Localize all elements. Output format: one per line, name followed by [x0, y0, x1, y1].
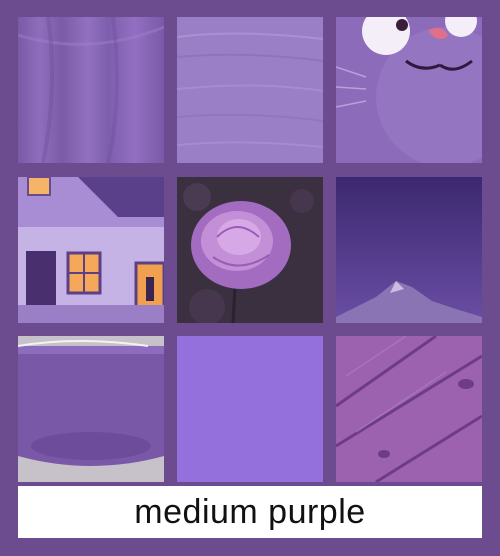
house-illustration-tile	[18, 177, 164, 323]
fabric-swatch-icon	[18, 17, 164, 163]
color-name-caption: medium purple	[134, 493, 366, 531]
cat-illustration-icon	[336, 17, 482, 163]
bowl-photo-tile	[18, 336, 164, 482]
flower-photo-icon	[177, 177, 323, 323]
mountain-landscape-tile	[336, 177, 482, 323]
wood-texture-tile	[336, 336, 482, 482]
solid-color-swatch-icon	[177, 336, 323, 482]
mountain-landscape-icon	[336, 177, 482, 323]
wood-texture-icon	[336, 336, 482, 482]
flower-photo-tile	[177, 177, 323, 323]
house-illustration-icon	[18, 177, 164, 323]
paint-swatch-icon	[177, 17, 323, 163]
fabric-swatch-tile	[18, 17, 164, 163]
cat-illustration-tile	[336, 17, 482, 163]
solid-color-swatch-tile	[177, 336, 323, 482]
paint-swatch-tile	[177, 17, 323, 163]
bowl-photo-icon	[18, 336, 164, 482]
caption-bar: medium purple	[18, 486, 482, 538]
